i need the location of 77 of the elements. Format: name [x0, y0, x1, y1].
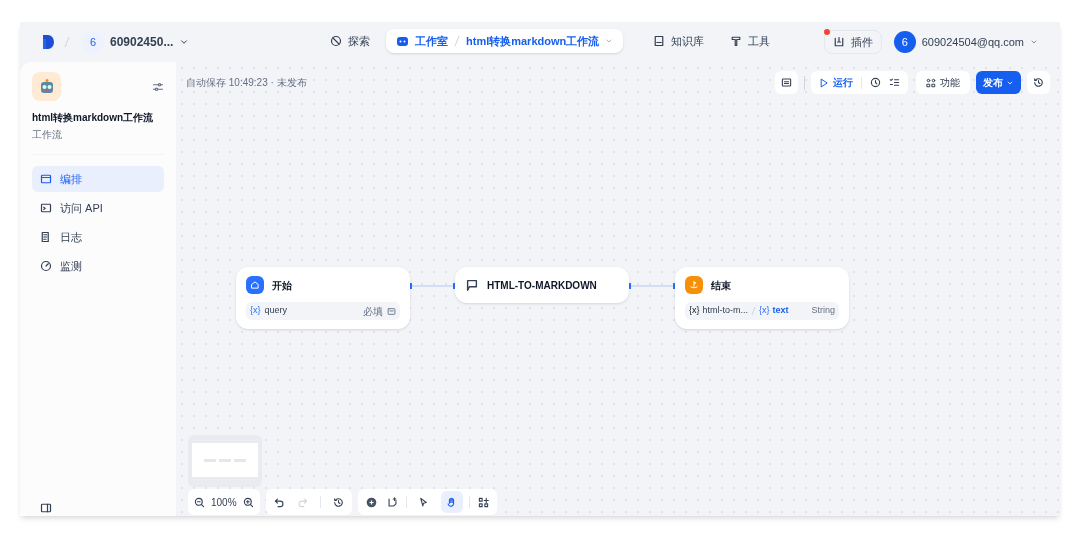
user-menu[interactable]: 6 609024504@qq.com — [893, 31, 1038, 53]
zoom-level: 100% — [211, 495, 237, 510]
grid-icon — [926, 77, 936, 88]
start-node[interactable]: 开始 {x} query 必填 — [236, 267, 410, 329]
nav-link[interactable]: 探索 — [320, 29, 380, 53]
slash-separator-icon — [64, 36, 70, 48]
history-run-icon[interactable] — [870, 77, 881, 88]
variable-icon: {x} — [759, 304, 770, 318]
workspace-name: 60902450... — [110, 34, 174, 51]
robot-icon — [396, 35, 409, 47]
variable-icon: {x} — [689, 304, 700, 318]
variable-type: String — [811, 304, 835, 318]
current-app-name: html转换markdown工作流 — [466, 33, 600, 49]
studio-link[interactable]: 工作室 — [415, 32, 448, 50]
plugins-button[interactable]: 插件 — [823, 30, 882, 54]
slash-separator-icon — [454, 35, 460, 47]
sidebar-item[interactable]: 监测 — [32, 253, 164, 279]
zoom-out-icon — [194, 496, 205, 508]
end-node[interactable]: 结束 {x} html-to-m... {x} text String — [675, 267, 849, 329]
logo-icon — [42, 34, 56, 50]
sidebar-item[interactable]: 编排 — [32, 166, 164, 192]
node-title: 结束 — [711, 278, 731, 293]
chevron-down-icon — [179, 37, 190, 47]
workspace-switcher[interactable]: 6 60902450... — [78, 28, 194, 56]
hand-tool[interactable] — [440, 491, 463, 513]
version-history-button[interactable] — [1027, 71, 1050, 94]
redo-icon — [296, 496, 308, 508]
autosave-status: 自动保存 10:49:23 · 未发布 — [186, 76, 307, 90]
document-icon — [40, 231, 52, 243]
sidebar-item[interactable]: 访问 API — [32, 195, 164, 221]
nav-link[interactable]: 知识库 — [643, 29, 715, 53]
connector-line — [410, 283, 455, 289]
node-title: 开始 — [272, 278, 292, 293]
variable-name: query — [264, 304, 288, 318]
app-type: 工作流 — [32, 128, 63, 142]
user-avatar: 6 — [893, 31, 916, 53]
layout-icon — [40, 173, 52, 185]
publish-button[interactable]: 发布 — [976, 71, 1021, 94]
app-title: html转换markdown工作流 — [32, 111, 155, 125]
note-icon — [386, 496, 398, 508]
hammer-icon — [730, 35, 743, 47]
zoom-in-icon — [242, 496, 254, 508]
message-icon — [465, 278, 479, 292]
checklist-icon[interactable] — [889, 77, 900, 88]
nav-link[interactable]: 工具 — [720, 29, 781, 53]
required-label: 必填 — [363, 304, 383, 319]
undo-icon — [273, 496, 285, 508]
user-email: 609024504@qq.com — [921, 34, 1024, 50]
source-node-name: html-to-m... — [702, 304, 749, 318]
home-icon — [246, 276, 264, 294]
layout-icon — [477, 496, 489, 508]
chevron-down-icon — [1030, 38, 1038, 46]
pointer-icon — [418, 496, 430, 508]
slash-separator-icon — [751, 306, 757, 316]
answer-node[interactable]: HTML-TO-MARKDOWN — [455, 267, 629, 303]
node-title: HTML-TO-MARKDOWN — [487, 278, 597, 293]
gauge-icon — [40, 260, 52, 272]
text-input-icon — [387, 306, 396, 316]
terminal-icon — [40, 202, 52, 214]
sidebar-item[interactable]: 日志 — [32, 224, 164, 250]
connector-line — [629, 283, 675, 289]
history-icon — [332, 496, 344, 508]
chevron-down-icon — [605, 37, 614, 45]
plugin-icon — [832, 36, 845, 48]
env-button[interactable] — [775, 71, 798, 94]
sidebar-toggle-icon[interactable] — [40, 502, 52, 514]
history-icon — [1033, 77, 1044, 88]
features-button[interactable]: 功能 — [916, 71, 970, 94]
play-icon — [819, 77, 829, 88]
studio-tab[interactable]: 工作室 html转换markdown工作流 — [386, 29, 624, 53]
settings-icon[interactable] — [152, 81, 164, 93]
variable-name: text — [772, 304, 789, 318]
avatar: 6 — [82, 31, 104, 53]
add-node-icon[interactable] — [365, 496, 377, 508]
book-icon — [653, 35, 666, 47]
variable-icon: {x} — [250, 304, 261, 318]
env-icon — [781, 77, 792, 88]
